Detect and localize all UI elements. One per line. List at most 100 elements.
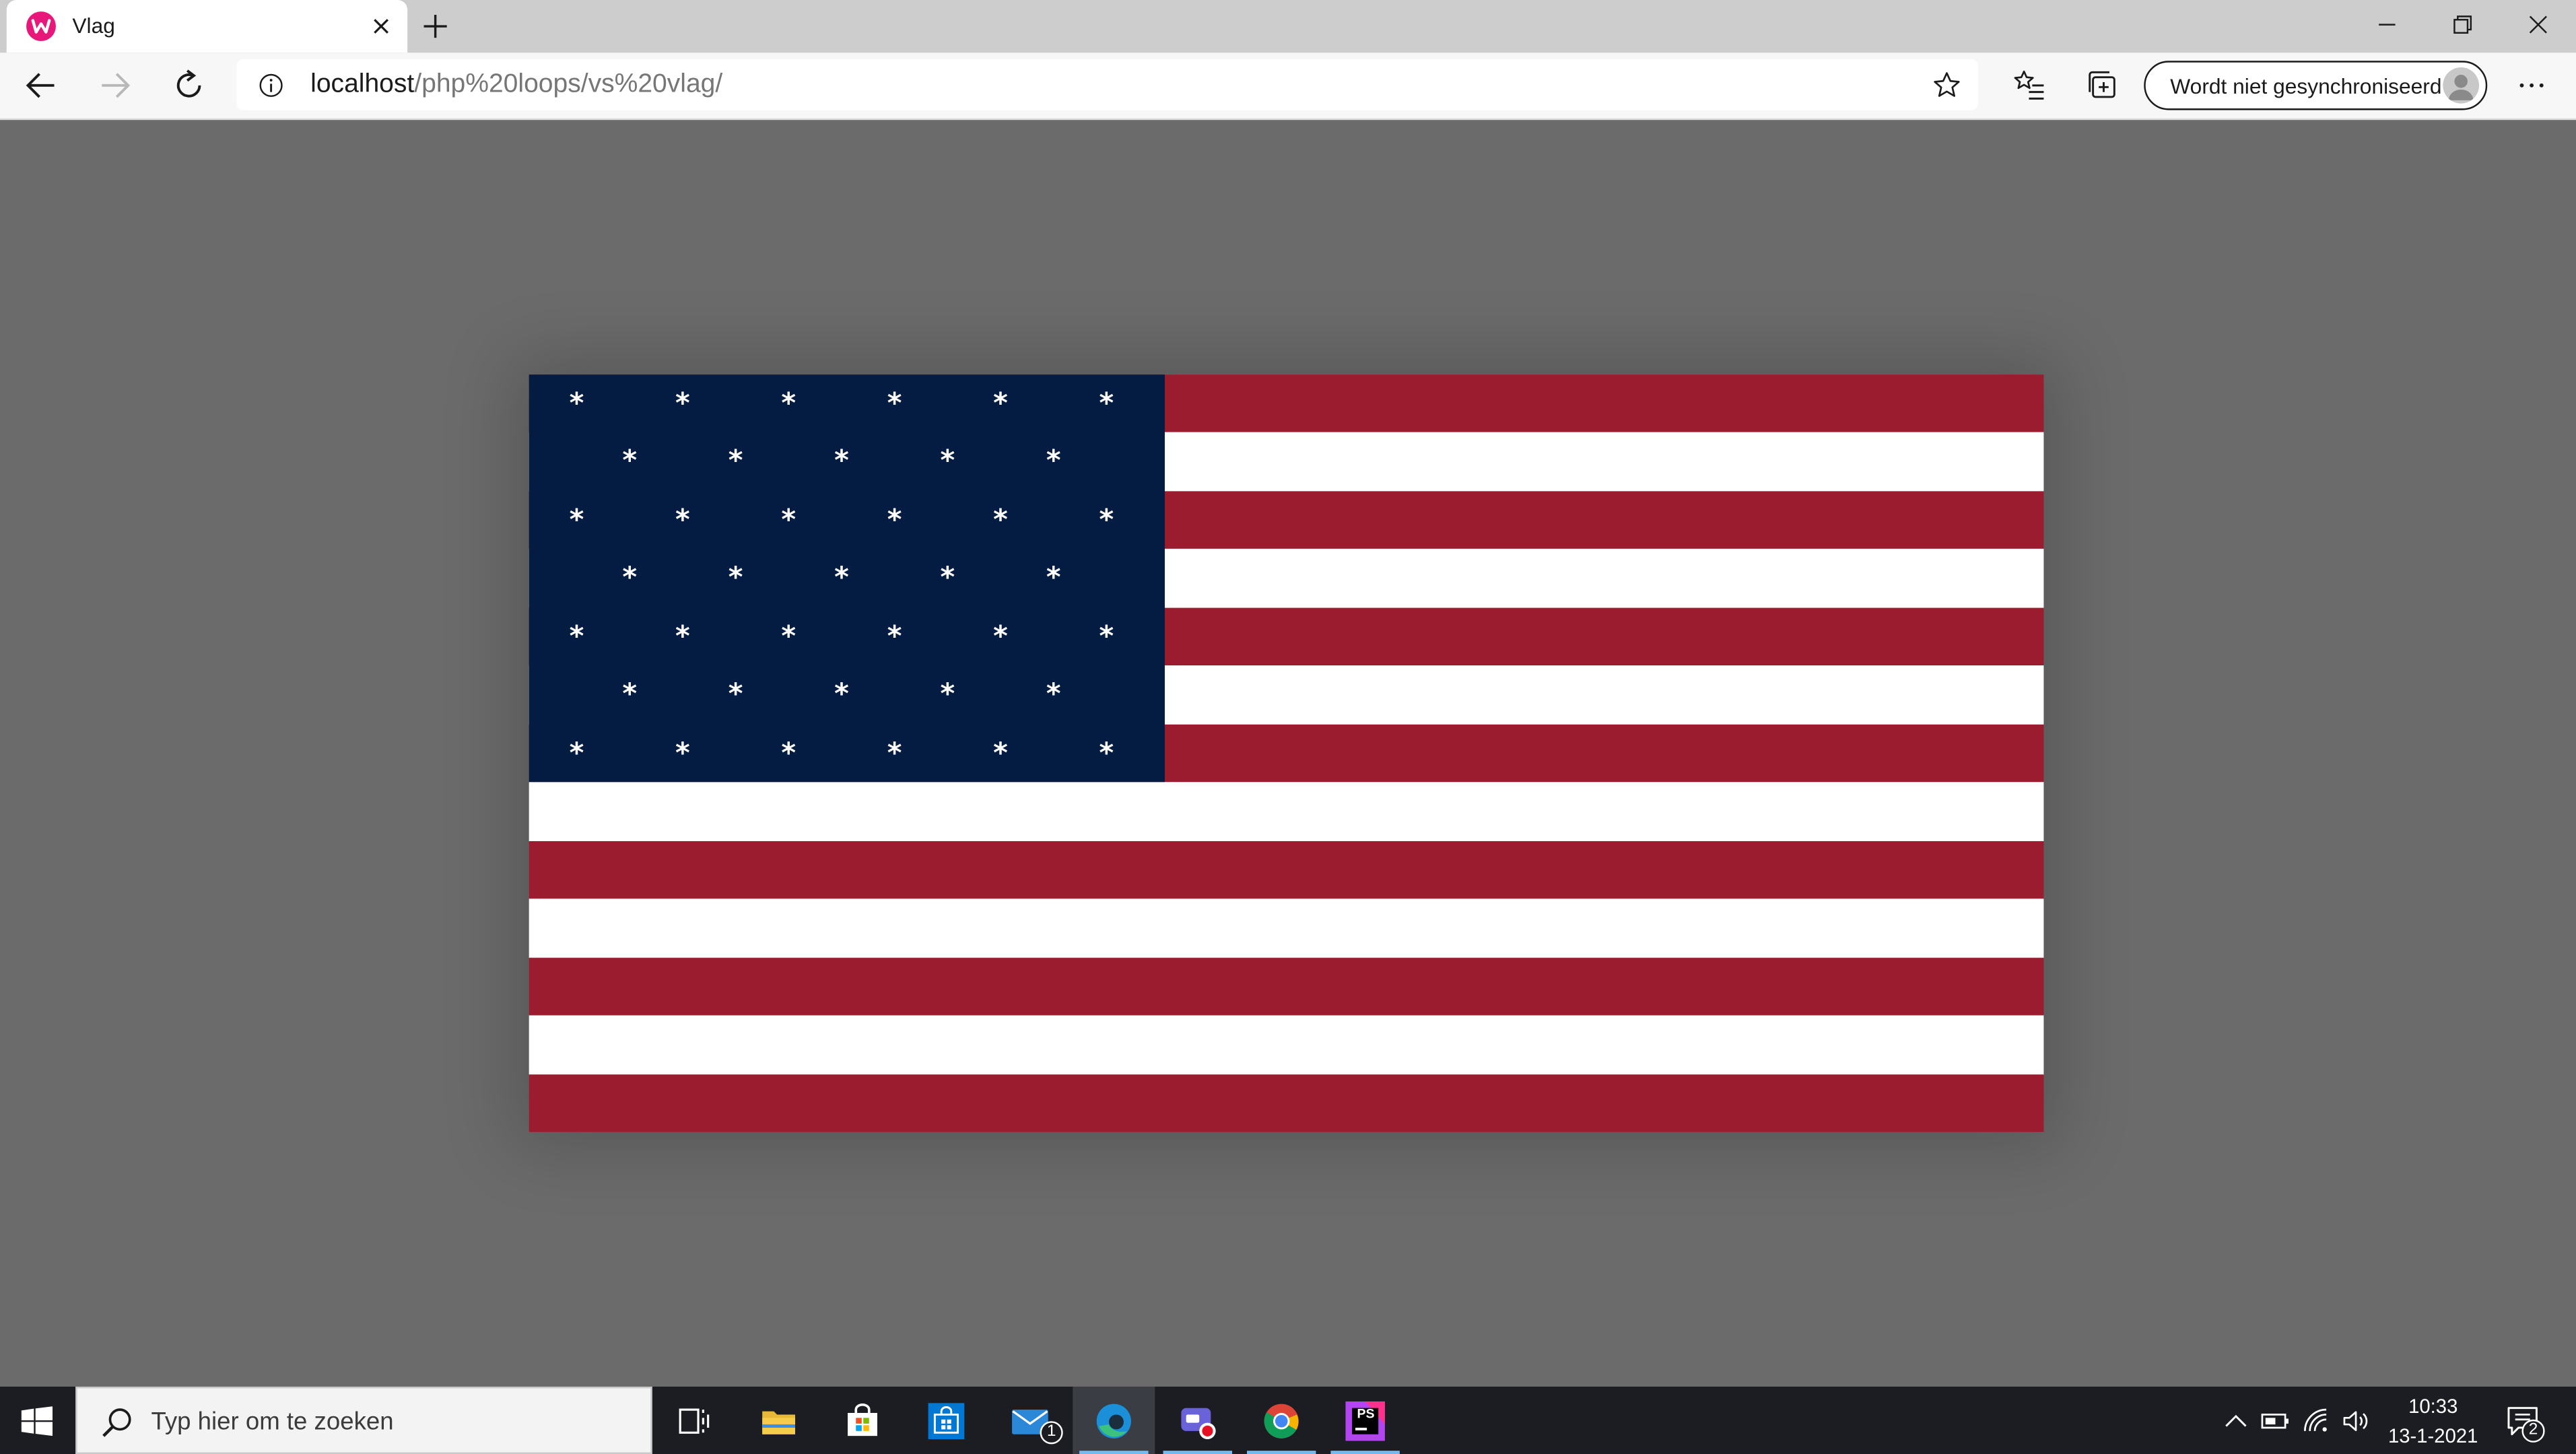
store-tile-icon <box>928 1403 965 1440</box>
flag-star: * <box>887 737 902 770</box>
flag-star: * <box>1046 562 1061 595</box>
flag-stripe-white <box>529 1015 2044 1075</box>
flag-star: * <box>675 620 690 653</box>
url-host: localhost <box>310 70 415 99</box>
flag-star: * <box>622 562 638 595</box>
flag-stripe-red <box>529 957 2044 1017</box>
wampserver-icon <box>26 11 56 41</box>
flag-stripe-white <box>529 898 2044 958</box>
flag-star: * <box>887 387 902 420</box>
flag-star: * <box>940 678 955 712</box>
taskbar-search-box[interactable]: Typ hier om te zoeken <box>75 1386 652 1454</box>
favorite-star-icon[interactable] <box>1932 71 1961 100</box>
flag-star: * <box>1099 620 1114 653</box>
flag-star: * <box>622 445 638 479</box>
flag-canton: * * * * * * * * * * * * * * * * * * * * * * * * * * * * * * * * * * * * * * * <box>529 374 1165 783</box>
flag-star: * <box>1099 737 1114 770</box>
restore-button[interactable] <box>2425 0 2501 49</box>
screen: Vlag localhost/php%20loops/vs%20vlag/ Wo… <box>0 0 2576 1454</box>
browser-toolbar: localhost/php%20loops/vs%20vlag/ Wordt n… <box>0 53 2576 121</box>
flag-star: * <box>728 562 743 595</box>
mail-button[interactable]: 1 <box>989 1387 1071 1454</box>
back-button[interactable] <box>22 66 61 106</box>
flag-star: * <box>675 387 690 420</box>
profile-sync-button[interactable]: Wordt niet gesynchroniseerd <box>2144 61 2488 110</box>
flag-star: * <box>675 504 690 537</box>
flag-star: * <box>940 562 955 595</box>
close-window-button[interactable] <box>2501 0 2576 49</box>
us-flag: * * * * * * * * * * * * * * * * * * * * * * * * * * * * * * * * * * * * * * * <box>529 374 2044 1133</box>
collections-icon[interactable] <box>2083 66 2123 106</box>
minimize-button[interactable] <box>2349 0 2425 49</box>
forward-button[interactable] <box>96 66 135 106</box>
volume-icon[interactable] <box>2341 1406 2371 1436</box>
clock-date[interactable]: 13-1-2021 <box>2385 1424 2481 1447</box>
flag-star: * <box>1046 678 1061 712</box>
flag-star: * <box>834 562 849 595</box>
flag-star: * <box>834 445 849 479</box>
flag-star: * <box>675 737 690 770</box>
flag-star: * <box>993 387 1008 420</box>
favorites-icon[interactable] <box>2009 66 2049 106</box>
site-info-icon[interactable] <box>258 72 284 98</box>
avatar <box>2443 67 2480 104</box>
refresh-button[interactable] <box>169 66 209 106</box>
mail-badge: 1 <box>1040 1421 1063 1445</box>
flag-star: * <box>993 504 1008 537</box>
chrome-icon <box>1264 1403 1299 1439</box>
running-app-indicator <box>1246 1451 1316 1454</box>
url-text[interactable]: localhost/php%20loops/vs%20vlag/ <box>310 71 722 100</box>
running-app-indicator <box>1330 1451 1400 1454</box>
search-icon <box>102 1408 131 1437</box>
store-alt-button[interactable] <box>905 1387 987 1454</box>
running-app-indicator <box>1163 1451 1233 1454</box>
windows-taskbar: Typ hier om te zoeken 1 PS 10:33 13-1-20… <box>0 1386 2576 1454</box>
more-options-icon[interactable] <box>2512 66 2552 106</box>
folder-icon <box>762 1411 795 1434</box>
phpstorm-logo-text: PS <box>1357 1406 1375 1422</box>
flag-star: * <box>728 678 743 712</box>
microsoft-store-button[interactable] <box>821 1387 904 1454</box>
flag-star: * <box>569 737 584 770</box>
clock-time[interactable]: 10:33 <box>2385 1395 2481 1418</box>
game-recorder-button[interactable] <box>1157 1387 1239 1454</box>
flag-star: * <box>887 620 902 653</box>
battery-icon[interactable] <box>2261 1406 2291 1436</box>
flag-star: * <box>993 620 1008 653</box>
flag-star: * <box>834 678 849 712</box>
flag-star: * <box>569 504 584 537</box>
gamebar-icon <box>1181 1408 1216 1440</box>
flag-star: * <box>622 678 638 712</box>
edge-button[interactable] <box>1073 1386 1155 1454</box>
flag-star: * <box>781 504 796 537</box>
flag-star: * <box>781 387 796 420</box>
chrome-button[interactable] <box>1240 1387 1322 1454</box>
address-bar[interactable]: localhost/php%20loops/vs%20vlag/ <box>236 59 1978 110</box>
new-tab-button[interactable] <box>417 8 454 44</box>
search-placeholder: Typ hier om te zoeken <box>151 1408 394 1436</box>
flag-star: * <box>1046 445 1061 479</box>
close-tab-icon[interactable] <box>368 13 395 40</box>
flag-stripe-white <box>529 782 2044 842</box>
tab-strip: Vlag <box>0 0 2576 53</box>
store-bag-icon <box>848 1403 877 1436</box>
flag-stripe-red <box>529 1073 2044 1133</box>
tab-vlag[interactable]: Vlag <box>6 0 408 53</box>
tab-title: Vlag <box>72 13 115 38</box>
file-explorer-button[interactable] <box>738 1387 820 1454</box>
phpstorm-button[interactable]: PS <box>1324 1387 1406 1454</box>
flag-star: * <box>940 445 955 479</box>
flag-star: * <box>569 620 584 653</box>
profile-sync-label: Wordt niet gesynchroniseerd <box>2170 73 2442 99</box>
flag-star: * <box>569 387 584 420</box>
task-view-button[interactable] <box>652 1387 735 1454</box>
url-path: /php%20loops/vs%20vlag/ <box>414 70 723 99</box>
flag-star: * <box>781 620 796 653</box>
flag-star: * <box>1099 387 1114 420</box>
flag-star: * <box>781 737 796 770</box>
start-button[interactable] <box>0 1387 75 1454</box>
wifi-icon[interactable] <box>2302 1406 2332 1436</box>
show-hidden-icons-chevron-up-icon[interactable] <box>2221 1406 2251 1436</box>
flag-star: * <box>887 504 902 537</box>
notification-badge: 2 <box>2521 1419 2545 1443</box>
